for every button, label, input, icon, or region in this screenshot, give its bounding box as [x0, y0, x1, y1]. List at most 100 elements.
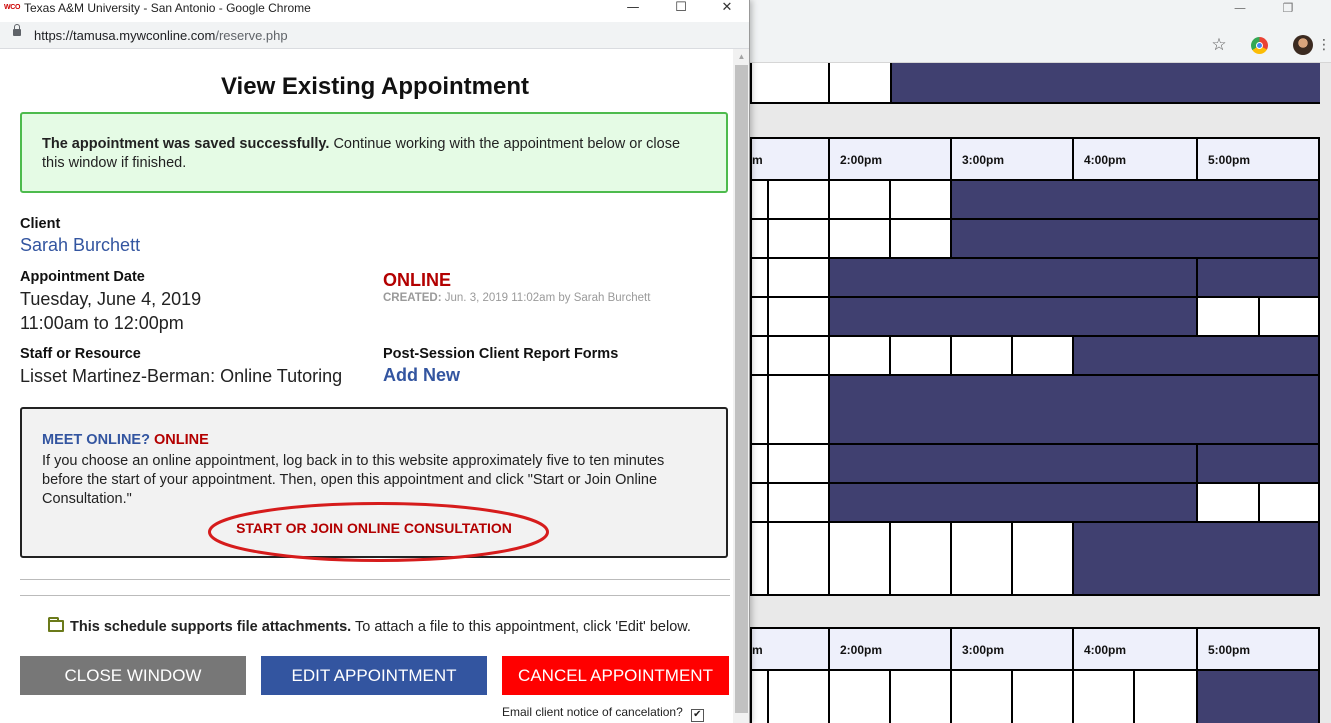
schedule-cell[interactable]: [1013, 523, 1074, 594]
cancel-appointment-button[interactable]: CANCEL APPOINTMENT: [502, 656, 729, 695]
schedule-cell[interactable]: [769, 523, 830, 594]
add-new-report-link[interactable]: Add New: [383, 365, 460, 386]
schedule-cell[interactable]: [1013, 337, 1074, 374]
schedule-block[interactable]: [952, 220, 1318, 257]
schedule-cell[interactable]: [752, 523, 769, 594]
time-header: m: [752, 629, 830, 669]
schedule-cell[interactable]: [769, 259, 830, 296]
scroll-thumb[interactable]: [735, 65, 748, 713]
schedule-block[interactable]: [1198, 671, 1318, 723]
schedule-cell[interactable]: [1074, 671, 1135, 723]
schedule-block[interactable]: [830, 259, 1198, 296]
schedule-cell[interactable]: [752, 337, 769, 374]
wco-logo: WCO: [4, 4, 21, 11]
url-text[interactable]: https://tamusa.mywconline.com/reserve.ph…: [34, 28, 288, 43]
address-bar[interactable]: https://tamusa.mywconline.com/reserve.ph…: [0, 22, 749, 49]
schedule-cell[interactable]: [752, 671, 769, 723]
chrome-menu-icon[interactable]: ⋮: [1317, 34, 1331, 56]
time-header: 4:00pm: [1074, 629, 1198, 669]
schedule-block[interactable]: [892, 63, 1320, 102]
schedule-cell[interactable]: [769, 63, 830, 102]
schedule-cell[interactable]: [752, 445, 769, 482]
schedule-cell[interactable]: [952, 337, 1013, 374]
minimize-button[interactable]: —: [610, 0, 656, 18]
maximize-button[interactable]: ☐: [658, 0, 704, 18]
schedule-cell[interactable]: [891, 220, 952, 257]
appointment-date-label: Appointment Date: [20, 269, 145, 285]
schedule-block[interactable]: [830, 376, 1318, 443]
extension-icon[interactable]: [1251, 37, 1268, 54]
folder-icon: [48, 617, 64, 632]
schedule-block[interactable]: [830, 298, 1198, 335]
schedule-cell[interactable]: [752, 259, 769, 296]
background-window-controls: — ❐: [1225, 0, 1331, 18]
schedule-cell[interactable]: [752, 376, 769, 443]
schedule-cell[interactable]: [769, 376, 830, 443]
schedule-cell[interactable]: [830, 671, 891, 723]
schedule-cell[interactable]: [1260, 298, 1318, 335]
email-notice-checkbox[interactable]: ✔: [690, 709, 704, 722]
minimize-icon[interactable]: —: [1225, 0, 1255, 18]
schedule-cell[interactable]: [1198, 298, 1260, 335]
schedule-grid-background: m 2:00pm 3:00pm 4:00pm 5:00pm m 2:00pm 3…: [750, 63, 1331, 723]
schedule-cell[interactable]: [752, 220, 769, 257]
schedule-cell[interactable]: [1198, 484, 1260, 521]
schedule-cell[interactable]: [891, 671, 952, 723]
staff-label: Staff or Resource: [20, 346, 141, 362]
vertical-scrollbar[interactable]: ▲: [733, 49, 749, 723]
client-name-link[interactable]: Sarah Burchett: [20, 235, 140, 256]
schedule-block[interactable]: [1198, 259, 1318, 296]
schedule-row: [752, 220, 1318, 259]
schedule-cell[interactable]: [1013, 671, 1074, 723]
schedule-cell[interactable]: [752, 181, 769, 218]
close-window-button[interactable]: CLOSE WINDOW: [20, 656, 246, 695]
schedule-block[interactable]: [1074, 337, 1318, 374]
schedule-cell[interactable]: [830, 337, 891, 374]
schedule-block[interactable]: [1198, 445, 1318, 482]
schedule-block[interactable]: [830, 445, 1198, 482]
report-forms-label: Post-Session Client Report Forms: [383, 346, 619, 362]
time-header: 4:00pm: [1074, 139, 1198, 179]
schedule-row: [752, 376, 1318, 445]
schedule-cell[interactable]: [830, 181, 891, 218]
schedule-cell[interactable]: [952, 523, 1013, 594]
schedule-cell[interactable]: [769, 181, 830, 218]
schedule-cell[interactable]: [769, 298, 830, 335]
restore-icon[interactable]: ❐: [1273, 0, 1303, 18]
bookmark-star-icon[interactable]: ☆: [1205, 34, 1233, 56]
time-header: 5:00pm: [1208, 643, 1251, 657]
schedule-cell[interactable]: [830, 220, 891, 257]
schedule-header: m 2:00pm 3:00pm 4:00pm 5:00pm: [752, 629, 1318, 671]
schedule-cell[interactable]: [769, 671, 830, 723]
schedule-cell[interactable]: [830, 63, 892, 102]
schedule-day-grid: m 2:00pm 3:00pm 4:00pm 5:00pm: [750, 627, 1320, 723]
schedule-cell[interactable]: [830, 523, 891, 594]
created-info: CREATED: Jun. 3, 2019 11:02am by Sarah B…: [383, 292, 650, 304]
edit-appointment-button[interactable]: EDIT APPOINTMENT: [261, 656, 487, 695]
scroll-up-arrow-icon[interactable]: ▲: [733, 51, 749, 63]
schedule-cell[interactable]: [1260, 484, 1318, 521]
schedule-block[interactable]: [830, 484, 1198, 521]
lock-icon: [13, 24, 21, 36]
schedule-cell[interactable]: [891, 523, 952, 594]
schedule-cell[interactable]: [752, 484, 769, 521]
schedule-cell[interactable]: [891, 181, 952, 218]
success-bold-text: The appointment was saved successfully.: [42, 136, 330, 152]
schedule-block[interactable]: [1074, 523, 1318, 594]
close-window-x-button[interactable]: ✕: [704, 0, 749, 18]
time-header: 5:00pm: [1208, 153, 1251, 167]
schedule-block[interactable]: [952, 181, 1318, 218]
created-label: CREATED:: [383, 292, 442, 304]
profile-avatar[interactable]: [1293, 35, 1313, 55]
schedule-cell[interactable]: [952, 671, 1013, 723]
schedule-cell[interactable]: [769, 445, 830, 482]
schedule-cell[interactable]: [769, 484, 830, 521]
appointment-content: View Existing Appointment The appointmen…: [0, 49, 733, 723]
schedule-cell[interactable]: [769, 220, 830, 257]
schedule-cell[interactable]: [752, 298, 769, 335]
join-consultation-link[interactable]: START OR JOIN ONLINE CONSULTATION: [22, 520, 726, 536]
schedule-cell[interactable]: [1135, 671, 1198, 723]
schedule-cell[interactable]: [769, 337, 830, 374]
email-notice-label: Email client notice of cancelation?: [502, 705, 683, 719]
schedule-cell[interactable]: [891, 337, 952, 374]
